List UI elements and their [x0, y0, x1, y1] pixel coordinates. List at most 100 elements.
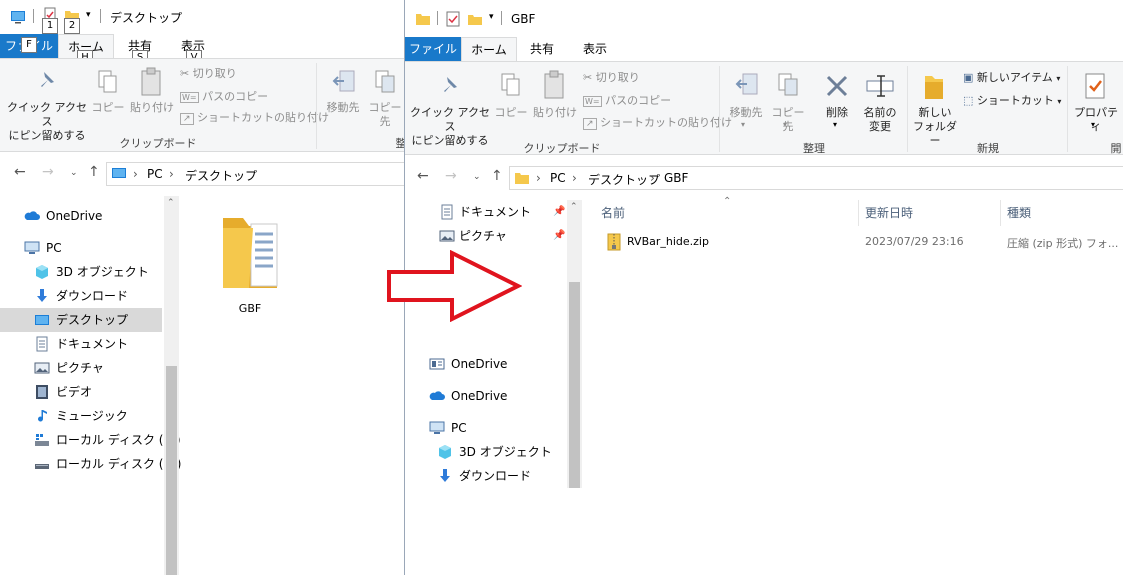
customize-quick-access-icon[interactable]: ▾: [489, 12, 494, 22]
copy-to-button[interactable]: コピー先: [767, 106, 809, 134]
copy-path-button[interactable]: W= パスのコピー: [583, 92, 671, 108]
column-header-modified[interactable]: 更新日時: [859, 200, 1001, 226]
breadcrumb-pc[interactable]: PC: [550, 171, 566, 185]
new-folder-quick-icon[interactable]: [467, 11, 483, 27]
nav-item-onedrive-page[interactable]: OneDrive: [405, 352, 567, 376]
nav-item-music[interactable]: ミュージック: [0, 404, 162, 428]
breadcrumb-gbf[interactable]: GBF: [664, 171, 688, 185]
tab-share[interactable]: 共有: [519, 37, 565, 61]
scroll-thumb[interactable]: [166, 366, 177, 575]
left-nav-scrollbar[interactable]: ⌃: [164, 196, 179, 575]
left-explorer-window: ▾ デスクトップ 1 2 ファイル ホーム 共有 表示 F H S V クイック…: [0, 0, 404, 575]
group-organize-label: 整理: [803, 142, 825, 155]
properties-dropdown-icon[interactable]: ▾: [1091, 120, 1095, 129]
nav-item-downloads[interactable]: ダウンロード: [405, 464, 567, 488]
paste-shortcut-button[interactable]: ↗ ショートカットの貼り付け: [180, 109, 329, 125]
left-ribbon: クイック アクセス にピン留めする コピー 貼り付け ✂ 切り取り W= パスのコ…: [0, 58, 404, 152]
nav-item-3d-objects[interactable]: 3D オブジェクト: [0, 260, 162, 284]
delete-button[interactable]: 削除: [817, 106, 857, 120]
nav-item-documents[interactable]: ドキュメント 📌: [405, 200, 567, 224]
column-header-name[interactable]: 名前: [595, 200, 859, 226]
new-folder-icon: [925, 76, 943, 99]
forward-icon[interactable]: →: [445, 168, 457, 184]
nav-item-onedrive[interactable]: OneDrive: [0, 204, 162, 228]
music-icon: [38, 410, 47, 422]
nav-item-desktop[interactable]: デスクトップ: [0, 308, 162, 332]
cut-button[interactable]: ✂ 切り取り: [180, 65, 237, 81]
nav-item-pc[interactable]: PC: [0, 236, 162, 260]
desktop-icon: [11, 11, 25, 24]
tab-file[interactable]: ファイル: [405, 37, 461, 61]
nav-item-documents[interactable]: ドキュメント: [0, 332, 162, 356]
crumb-separator: ›: [572, 171, 577, 185]
tab-view[interactable]: 表示: [569, 37, 621, 61]
copy-path-button[interactable]: W= パスのコピー: [180, 88, 268, 104]
cloud-icon: [24, 211, 40, 220]
folder-item-gbf[interactable]: GBF: [210, 208, 290, 318]
right-nav-scrollbar[interactable]: ⌃: [567, 200, 582, 488]
paste-shortcut-button[interactable]: ↗ ショートカットの貼り付け: [583, 114, 732, 130]
up-icon[interactable]: ↑: [88, 164, 100, 180]
recent-locations-icon[interactable]: ⌄: [473, 172, 481, 182]
paste-button[interactable]: 貼り付け: [531, 106, 579, 120]
copy-path-label: パスのコピー: [605, 94, 672, 107]
paste-button[interactable]: 貼り付け: [128, 101, 176, 115]
easy-access-button[interactable]: ⬚ ショートカット ▾: [963, 92, 1061, 108]
new-item-button[interactable]: ▣ 新しいアイテム ▾: [963, 69, 1060, 85]
pc-icon: [429, 421, 445, 434]
nav-item-downloads[interactable]: ダウンロード: [0, 284, 162, 308]
crumb-separator: ›: [536, 171, 541, 185]
copy-button[interactable]: コピー: [90, 101, 126, 115]
customize-quick-access-icon[interactable]: ▾: [86, 10, 91, 20]
rename-icon: [866, 75, 894, 97]
back-icon[interactable]: ←: [417, 168, 429, 184]
address-bar[interactable]: › PC › デスクトップ › GBF: [509, 166, 1123, 190]
forward-icon[interactable]: →: [42, 164, 54, 180]
rename-button[interactable]: 名前の 変更: [857, 106, 903, 134]
scroll-up-icon[interactable]: ⌃: [167, 198, 175, 208]
breadcrumb-pc[interactable]: PC: [147, 167, 163, 181]
nav-item-pictures[interactable]: ピクチャ: [0, 356, 162, 380]
nav-item-onedrive[interactable]: OneDrive: [405, 384, 567, 408]
back-icon[interactable]: ←: [14, 164, 26, 180]
shortcut-label: ショートカット: [976, 94, 1054, 107]
pin-icon: [41, 72, 54, 87]
properties-button[interactable]: プロパティ: [1071, 106, 1121, 134]
copy-icon: [501, 73, 520, 96]
group-new-label: 新規: [977, 142, 999, 155]
move-to-icon: [332, 70, 355, 92]
cut-label: 切り取り: [595, 71, 640, 84]
nav-item-videos[interactable]: ビデオ: [0, 380, 162, 404]
copy-to-button[interactable]: コピー先: [364, 101, 404, 129]
cube-icon: [439, 445, 451, 459]
left-title-bar: ▾ デスクトップ 1 2: [0, 0, 404, 34]
window-title: デスクトップ: [110, 11, 183, 25]
move-to-dropdown-icon[interactable]: ▾: [741, 120, 745, 129]
nav-item-local-disk-c[interactable]: ローカル ディスク (C:): [0, 428, 181, 452]
cube-icon: [36, 265, 48, 279]
copy-button[interactable]: コピー: [493, 106, 529, 120]
file-row[interactable]: RVBar_hide.zip 2023/07/29 23:16 圧縮 (zip …: [595, 232, 1123, 252]
nav-item-pictures[interactable]: ピクチャ 📌: [405, 224, 567, 248]
nav-label: PC: [451, 421, 467, 435]
breadcrumb-desktop[interactable]: デスクトップ: [185, 167, 257, 184]
copy-to-dropdown-icon[interactable]: ▾: [783, 120, 787, 129]
scroll-up-icon[interactable]: ⌃: [570, 202, 578, 212]
scroll-thumb[interactable]: [569, 282, 580, 488]
properties-quick-icon[interactable]: [445, 11, 461, 27]
recent-locations-icon[interactable]: ⌄: [70, 168, 78, 178]
address-bar[interactable]: › PC › デスクトップ: [106, 162, 404, 186]
nav-item-pc[interactable]: PC: [405, 416, 567, 440]
move-to-button[interactable]: 移動先: [322, 101, 364, 115]
nav-item-3d-objects[interactable]: 3D オブジェクト: [405, 440, 567, 464]
delete-dropdown-icon[interactable]: ▾: [833, 120, 837, 129]
nav-item-local-disk-d[interactable]: ローカル ディスク (D:): [0, 452, 181, 476]
crumb-separator: ›: [133, 167, 138, 181]
left-address-area: ← → ⌄ ↑ › PC › デスクトップ: [0, 154, 404, 194]
column-header-type[interactable]: 種類: [1001, 200, 1123, 226]
tab-home[interactable]: ホーム: [461, 37, 517, 61]
new-item-label: 新しいアイテム: [976, 71, 1053, 84]
up-icon[interactable]: ↑: [491, 168, 503, 184]
move-to-button[interactable]: 移動先: [725, 106, 767, 120]
cut-button[interactable]: ✂ 切り取り: [583, 69, 640, 85]
